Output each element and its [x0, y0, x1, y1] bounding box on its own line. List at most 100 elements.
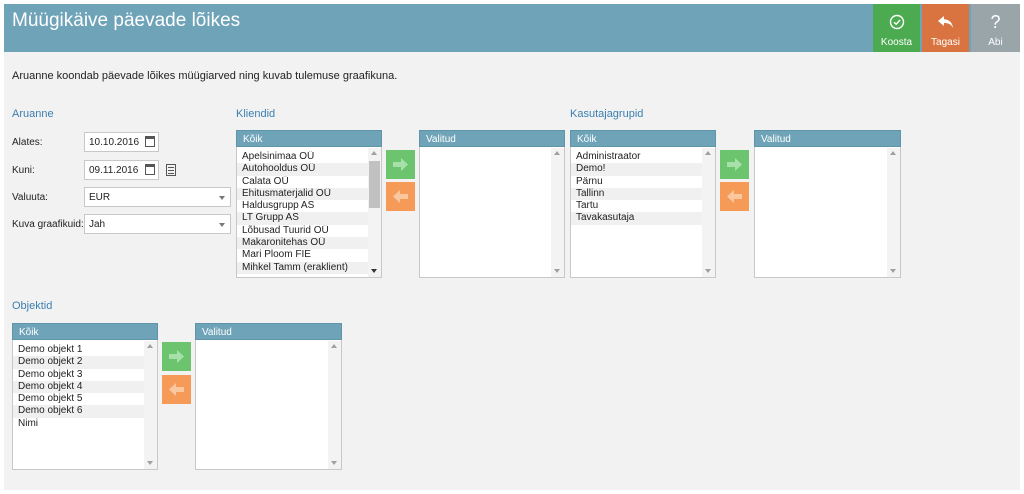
kliendid-all-header: Kõik [236, 130, 382, 147]
calendar-icon[interactable] [145, 136, 155, 147]
kliendid-selected-header: Valitud [419, 130, 565, 147]
arrow-left-icon [169, 383, 184, 396]
graafikud-value: Jah [89, 219, 106, 230]
kasutajagrupid-selected-scrollbar[interactable] [887, 148, 900, 277]
list-item[interactable]: Tavakasutaja [571, 212, 715, 225]
kliendid-all-list[interactable]: Kõik Apelsinimaa OÜ Autohooldus OÜ Calata … [236, 130, 382, 278]
koosta-button[interactable]: Koosta [873, 4, 920, 52]
tagasi-button[interactable]: Tagasi [922, 4, 969, 52]
scroll-up-icon[interactable] [705, 151, 711, 155]
alates-label: Alates: [12, 137, 43, 148]
objektid-items: Demo objekt 1 Demo objekt 2 Demo objekt 3D… [13, 340, 157, 430]
arrow-left-icon [393, 190, 408, 203]
report-section-title: Aruanne [12, 108, 54, 120]
abi-button[interactable]: ? Abi [971, 4, 1020, 52]
scroll-down-icon[interactable] [705, 269, 711, 273]
objektid-selected-header: Valitud [195, 323, 342, 340]
scroll-up-icon[interactable] [331, 344, 337, 348]
arrow-right-icon [169, 350, 184, 363]
list-item[interactable]: Demo objekt 4 [13, 380, 157, 394]
kliendid-items: Apelsinimaa OÜ Autohooldus OÜ Calata OÜ Ehi… [237, 147, 381, 274]
list-item[interactable]: Tartu [571, 200, 715, 212]
list-item[interactable]: Tallinn [571, 187, 715, 201]
kasutajagrupid-selected-header: Valitud [754, 130, 901, 147]
list-item[interactable]: Administraator [571, 151, 715, 163]
list-item[interactable]: Pärnu [571, 176, 715, 188]
intro-text: Aruanne koondab päevade lõikes müügiarve… [12, 70, 398, 82]
kuni-date-input[interactable]: 09.11.2016 [84, 160, 159, 180]
list-item[interactable]: Autohooldus OÜ [237, 163, 381, 176]
list-item[interactable]: Mihkel Tamm (eraklient) [237, 261, 381, 274]
scroll-up-icon[interactable] [890, 151, 896, 155]
objektid-section-title: Objektid [12, 300, 53, 312]
objektid-add-button[interactable] [162, 342, 191, 371]
list-item[interactable]: Makaronitehas OÜ [237, 237, 381, 250]
arrow-right-icon [727, 158, 742, 171]
check-circle-icon [873, 12, 920, 30]
list-item[interactable]: Nimi [13, 418, 157, 430]
kasutajagrupid-remove-button[interactable] [720, 182, 749, 211]
list-item[interactable]: Demo objekt 2 [13, 356, 157, 369]
kasutajagrupid-add-button[interactable] [720, 150, 749, 179]
kliendid-add-button[interactable] [386, 150, 415, 179]
arrow-left-icon [727, 190, 742, 203]
list-item[interactable]: Lõbusad Tuurid OÜ [237, 225, 381, 237]
list-item[interactable]: Demo objekt 3 [13, 369, 157, 381]
list-item[interactable]: Mari Ploom FIE [237, 249, 381, 261]
list-item[interactable]: Demo objekt 6 [13, 405, 157, 418]
list-item[interactable]: Haldusgrupp AS [237, 200, 381, 212]
objektid-all-header: Kõik [12, 323, 158, 340]
scroll-down-icon[interactable] [554, 269, 560, 273]
objektid-selected-list[interactable]: Valitud [195, 323, 342, 470]
header-bar: Müügikäive päevade lõikes Koosta Tagasi … [4, 4, 1020, 52]
kasutajagrupid-section-title: Kasutajagrupid [570, 108, 644, 120]
alates-date-value: 10.10.2016 [89, 137, 140, 148]
abi-label: Abi [988, 37, 1003, 48]
list-item[interactable]: Ehitusmaterjalid OÜ [237, 187, 381, 201]
list-item[interactable]: Demo! [571, 163, 715, 176]
kliendid-selected-scrollbar[interactable] [551, 148, 564, 277]
kasutajagrupid-scrollbar[interactable] [702, 148, 715, 277]
kliendid-selected-list[interactable]: Valitud [419, 130, 565, 278]
valuuta-value: EUR [89, 192, 111, 203]
scroll-up-icon[interactable] [554, 151, 560, 155]
valuuta-select[interactable]: EUR [84, 187, 231, 207]
kasutajagrupid-all-header: Kõik [570, 130, 716, 147]
kliendid-scrollbar[interactable] [368, 148, 381, 277]
tagasi-label: Tagasi [931, 37, 960, 48]
question-icon: ? [990, 12, 1001, 32]
list-item[interactable]: Demo objekt 5 [13, 393, 157, 405]
scroll-down-icon[interactable] [371, 269, 377, 273]
calendar-list-icon[interactable] [166, 164, 176, 176]
chevron-down-icon [219, 223, 225, 227]
koosta-label: Koosta [880, 37, 913, 48]
scroll-up-icon[interactable] [147, 344, 153, 348]
objektid-all-list[interactable]: Kõik Demo objekt 1 Demo objekt 2 Demo obje… [12, 323, 158, 470]
kasutajagrupid-items: Administraator Demo! Pärnu Tallinn Tartu Tava… [571, 147, 715, 225]
graafikud-select[interactable]: Jah [84, 214, 231, 234]
list-item[interactable]: Calata OÜ [237, 176, 381, 188]
objektid-scrollbar[interactable] [144, 341, 157, 469]
calendar-icon[interactable] [145, 164, 155, 175]
arrow-right-icon [393, 158, 408, 171]
list-item[interactable]: LT Grupp AS [237, 212, 381, 225]
scroll-down-icon[interactable] [147, 461, 153, 465]
scroll-up-icon[interactable] [371, 151, 377, 155]
kuni-label: Kuni: [12, 165, 35, 176]
objektid-selected-scrollbar[interactable] [328, 341, 341, 469]
list-item[interactable]: Apelsinimaa OÜ [237, 151, 381, 163]
list-item[interactable]: Demo objekt 1 [13, 344, 157, 356]
scroll-down-icon[interactable] [890, 269, 896, 273]
alates-date-input[interactable]: 10.10.2016 [84, 132, 159, 152]
kliendid-section-title: Kliendid [236, 108, 276, 120]
objektid-remove-button[interactable] [162, 375, 191, 404]
kliendid-remove-button[interactable] [386, 182, 415, 211]
valuuta-label: Valuuta: [12, 192, 48, 203]
scroll-down-icon[interactable] [331, 461, 337, 465]
scroll-thumb[interactable] [369, 161, 380, 208]
kuni-date-value: 09.11.2016 [89, 165, 139, 176]
kasutajagrupid-selected-list[interactable]: Valitud [754, 130, 901, 278]
page-title: Müügikäive päevade lõikes [12, 10, 241, 31]
chevron-down-icon [219, 196, 225, 200]
kasutajagrupid-all-list[interactable]: Kõik Administraator Demo! Pärnu Tallinn Tart… [570, 130, 716, 278]
